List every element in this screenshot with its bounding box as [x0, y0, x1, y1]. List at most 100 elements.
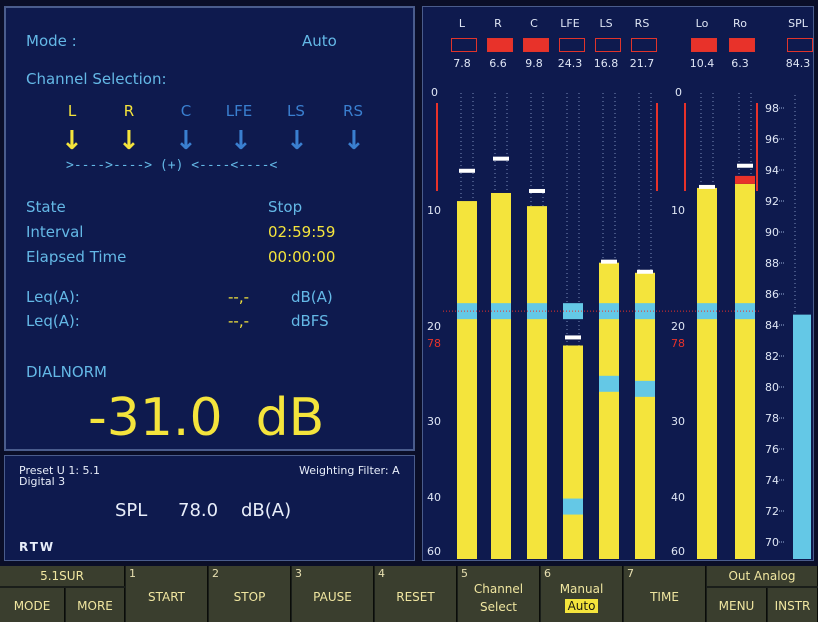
spl-unit: dB(A) [241, 500, 292, 521]
spl-scale-tick: 84 [765, 319, 779, 332]
state-value: Stop [268, 198, 303, 216]
channel-lfe-label: LFE [225, 102, 253, 120]
rtw-logo: RTW [19, 540, 56, 554]
start-button[interactable]: 1 START [126, 566, 208, 622]
peak-value-l: 7.8 [453, 57, 471, 70]
overload-indicator [691, 38, 717, 52]
instr-button[interactable]: INSTR [768, 588, 818, 622]
manual-auto-button[interactable]: 6 Manual Auto [541, 566, 623, 622]
peak-hold-marker [699, 184, 715, 189]
peak-hold-marker [737, 163, 753, 168]
channel-l-label: L [67, 102, 77, 120]
peak-hold-marker [601, 259, 617, 264]
reference-level-label: 78 [671, 337, 685, 350]
spl-scale-tick: 90 [765, 226, 779, 239]
peak-value-rs: 21.7 [629, 57, 655, 70]
reference-level-label: 78 [427, 337, 441, 350]
peak-value-lo: 10.4 [689, 57, 715, 70]
reset-button[interactable]: 4 RESET [375, 566, 457, 622]
spl-scale-tick: 76 [765, 443, 779, 456]
preset-panel: Preset U 1: 5.1 Digital 3 Weighting Filt… [4, 455, 415, 561]
overload-indicator [523, 38, 549, 52]
overload-indicator [729, 38, 755, 52]
channel-rs-label: RS [343, 102, 363, 120]
leq-dba-value: --,- [228, 288, 250, 306]
arrow-down-icon: ↓ [286, 126, 308, 156]
mode-button[interactable]: MODE [0, 588, 65, 622]
spl-label: SPL [115, 500, 148, 521]
peak-hold-marker [637, 269, 653, 274]
scale-tick-label: 60 [671, 545, 685, 558]
meter-label-spl: SPL [788, 17, 808, 30]
dialnorm-value: -31.0 dB [88, 388, 325, 448]
scale-tick-label: 30 [671, 415, 685, 428]
leq-dbfs-label: Leq(A): [26, 312, 80, 330]
meter-level-bar [697, 187, 717, 559]
meter-level-bar [527, 206, 547, 559]
state-label: State [26, 198, 66, 216]
spl-scale-tick: 96 [765, 133, 779, 146]
scale-tick-label: 40 [427, 491, 441, 504]
meter-label-rs: RS [634, 17, 650, 30]
spl-value: 78.0 [178, 500, 219, 521]
meter-label-lo: Lo [695, 17, 709, 30]
more-button[interactable]: MORE [66, 588, 125, 622]
auto-selected-badge: Auto [564, 599, 599, 613]
overload-indicator [631, 38, 657, 52]
mode-value: Auto [302, 32, 337, 50]
scale-tick-label: 60 [427, 545, 441, 558]
arrow-down-icon: ↓ [61, 126, 83, 156]
preset-input: Digital 3 [19, 475, 66, 488]
weighting-filter: Weighting Filter: A [299, 464, 400, 477]
interval-value: 02:59:59 [268, 223, 336, 241]
leq-dba-unit: dB(A) [291, 288, 333, 306]
elapsed-time-value: 00:00:00 [268, 248, 336, 266]
overload-tip [735, 175, 755, 184]
meter-loudness-segment [563, 498, 583, 515]
interval-label: Interval [26, 223, 84, 241]
leq-dba-label: Leq(A): [26, 288, 80, 306]
time-button[interactable]: 7 TIME [624, 566, 706, 622]
leq-dbfs-unit: dBFS [291, 312, 329, 330]
overload-indicator [787, 38, 813, 52]
scale-tick-label: 10 [427, 204, 441, 217]
menu-button[interactable]: MENU [707, 588, 767, 622]
channel-select-button[interactable]: 5 Channel Select [458, 566, 540, 622]
peak-value-spl: 84.3 [785, 57, 811, 70]
spl-scale-tick: 78 [765, 412, 779, 425]
peak-value-lfe: 24.3 [557, 57, 583, 70]
stop-button[interactable]: 2 STOP [209, 566, 291, 622]
channel-selection-label: Channel Selection: [26, 70, 167, 88]
meter-level-bar [457, 201, 477, 559]
peak-value-ro: 6.3 [731, 57, 749, 70]
sum-line: >---->----> (+) <----<----< [66, 158, 278, 173]
scale-tick-label: 20 [427, 320, 441, 333]
overload-indicator [559, 38, 585, 52]
overload-indicator [595, 38, 621, 52]
meter-loudness-segment [599, 375, 619, 392]
meter-level-bar [563, 345, 583, 559]
spl-scale-tick: 94 [765, 164, 779, 177]
scale-tick-label: 10 [671, 204, 685, 217]
spl-scale-tick: 92 [765, 195, 779, 208]
output-indicator: Out Analog [707, 566, 818, 586]
meter-loudness-segment [635, 380, 655, 397]
spl-level-bar [793, 314, 811, 559]
pause-button[interactable]: 3 PAUSE [292, 566, 374, 622]
peak-value-ls: 16.8 [593, 57, 619, 70]
overload-indicator [487, 38, 513, 52]
channel-r-label: R [123, 102, 135, 120]
spl-scale-tick: 74 [765, 474, 779, 487]
meter-panel: L R C LFE LS RS Lo Ro SPL 7.8 6.6 9.8 24… [422, 6, 814, 561]
scale-tick-label: 40 [671, 491, 685, 504]
peak-hold-marker [493, 156, 509, 161]
scale-tick-label: 0 [431, 86, 438, 99]
meter-label-r: R [494, 17, 502, 30]
arrow-down-icon: ↓ [118, 126, 140, 156]
scale-tick-label: 20 [671, 320, 685, 333]
dialnorm-label: DIALNORM [26, 363, 107, 381]
arrow-down-icon: ↓ [343, 126, 365, 156]
mode-indicator: 5.1SUR [0, 566, 125, 586]
meter-level-bar [735, 183, 755, 559]
meter-label-c: C [530, 17, 538, 30]
